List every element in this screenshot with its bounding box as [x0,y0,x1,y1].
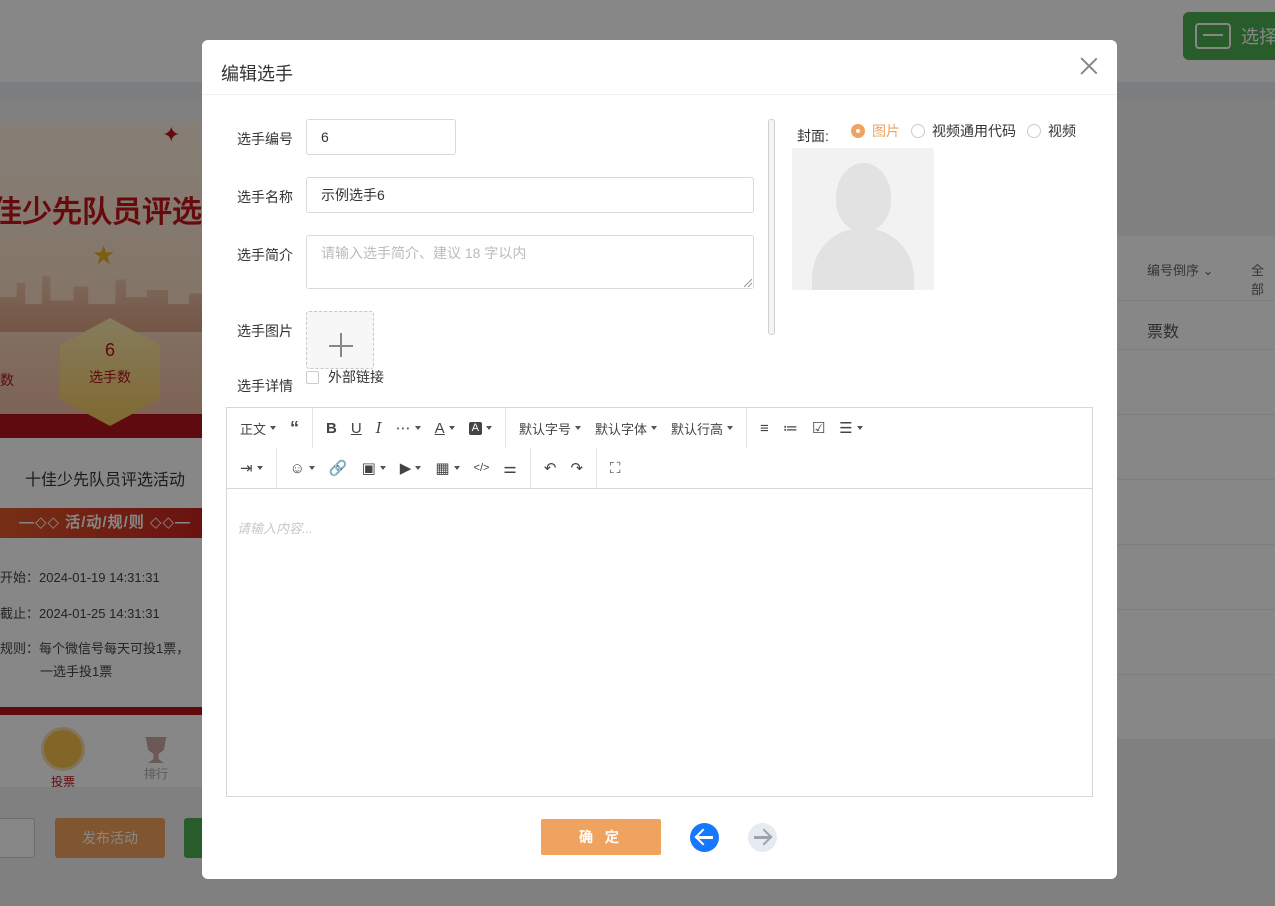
confirm-button[interactable]: 确 定 [541,819,661,855]
arrow-right-icon [754,836,771,839]
rich-text-editor: 正文 “ B U I ⋯ A A 默认字号 默认字体 默认行高 ≡ ≔ ☑ ☰ … [226,407,1093,797]
cover-image-preview[interactable] [792,148,934,290]
external-link-checkbox[interactable] [306,370,319,384]
editor-toolbar: 正文 “ B U I ⋯ A A 默认字号 默认字体 默认行高 ≡ ≔ ☑ ☰ … [227,408,1092,489]
paragraph-label: 正文 [240,421,267,437]
radio-checked-icon [851,124,865,138]
video-icon[interactable]: ▶ [394,453,428,483]
font-size-dropdown[interactable]: 默认字号 [513,413,587,443]
toolbar-group: 默认字号 默认字体 默认行高 [506,408,748,448]
redo-icon[interactable]: ↷ [564,453,589,483]
image-upload-button[interactable] [306,311,374,369]
editor-content[interactable]: 请输入内容... [237,518,313,537]
radio-unchecked-icon [911,124,925,138]
cover-option-video-label: 视频 [1048,123,1076,139]
toolbar-group: B U I ⋯ A A [313,408,506,448]
cover-option-image-label: 图片 [872,123,900,139]
toolbar-group: 正文 “ [227,408,314,448]
cover-label: 封面: [797,128,829,144]
toolbar-group: ≡ ≔ ☑ ☰ [747,408,876,448]
external-link-label: 外部链接 [328,369,384,385]
dialog-header: 编辑选手 [202,40,1117,95]
table-icon[interactable]: ▦ [429,453,465,483]
player-intro-textarea[interactable]: 请输入选手简介、建议 18 字以内 [306,235,754,289]
external-link-option[interactable]: 外部链接 [306,367,384,387]
indent-icon[interactable]: ⇥ [234,453,269,483]
more-icon[interactable]: ⋯ [390,413,427,443]
cover-option-video-code-label: 视频通用代码 [932,123,1016,139]
cover-option-video[interactable]: 视频 [1027,121,1076,141]
align-icon[interactable]: ☰ [833,413,868,443]
close-icon[interactable] [1079,56,1099,76]
form-scrollbar[interactable] [768,119,775,335]
font-color-icon[interactable]: A [429,413,461,443]
player-intro-label: 选手简介 [237,247,293,263]
fullscreen-icon[interactable]: ⛶ [604,453,627,483]
image-icon[interactable]: ▣ [356,453,392,483]
toolbar-group: ☺ 🔗 ▣ ▶ ▦ </> ⚌ [277,448,531,488]
resize-grip-icon[interactable] [744,279,752,287]
line-height-label: 默认行高 [671,421,724,437]
code-icon[interactable]: </> [468,453,496,483]
undo-icon[interactable]: ↶ [538,453,563,483]
next-player-button[interactable] [748,823,777,852]
player-name-input[interactable]: 示例选手6 [306,177,754,213]
toolbar-group: ⛶ [597,448,634,488]
toolbar-group: ↶ ↷ [531,448,598,488]
player-image-label: 选手图片 [237,323,293,339]
edit-player-dialog: 编辑选手 选手编号 6 选手名称 示例选手6 选手简介 请输入选手简介、建议 1… [202,40,1117,879]
emoji-icon[interactable]: ☺ [284,453,321,483]
player-name-label: 选手名称 [237,189,293,205]
font-size-label: 默认字号 [519,421,572,437]
toolbar-group: ⇥ [227,448,277,488]
link-icon[interactable]: 🔗 [323,453,354,483]
italic-icon[interactable]: I [370,413,388,443]
radio-unchecked-icon [1027,124,1041,138]
font-family-dropdown[interactable]: 默认字体 [589,413,663,443]
player-number-label: 选手编号 [237,131,293,147]
line-height-dropdown[interactable]: 默认行高 [665,413,739,443]
underline-icon[interactable]: U [345,413,368,443]
background-color-icon[interactable]: A [463,413,498,443]
cover-option-image[interactable]: 图片 [851,121,900,141]
font-family-label: 默认字体 [595,421,648,437]
blockquote-icon[interactable]: “ [284,413,305,443]
bulleted-list-icon[interactable]: ≡ [754,413,775,443]
todo-checkbox-icon[interactable]: ☑ [806,413,831,443]
previous-player-button[interactable] [690,823,719,852]
editor-placeholder: 请输入内容... [237,521,313,536]
intro-placeholder: 请输入选手简介、建议 18 字以内 [321,245,527,261]
arrow-left-icon [696,836,713,839]
paragraph-dropdown[interactable]: 正文 [234,413,282,443]
cover-type-radios: 图片 视频通用代码 视频 [851,121,1087,141]
player-number-input[interactable]: 6 [306,119,456,155]
player-detail-label: 选手详情 [237,378,293,394]
bold-icon[interactable]: B [320,413,343,443]
dialog-title: 编辑选手 [221,64,293,84]
divider-icon[interactable]: ⚌ [497,453,522,483]
numbered-list-icon[interactable]: ≔ [777,413,804,443]
avatar-placeholder-icon [836,163,891,231]
avatar-placeholder-body [812,228,914,290]
cover-option-video-code[interactable]: 视频通用代码 [911,121,1016,141]
